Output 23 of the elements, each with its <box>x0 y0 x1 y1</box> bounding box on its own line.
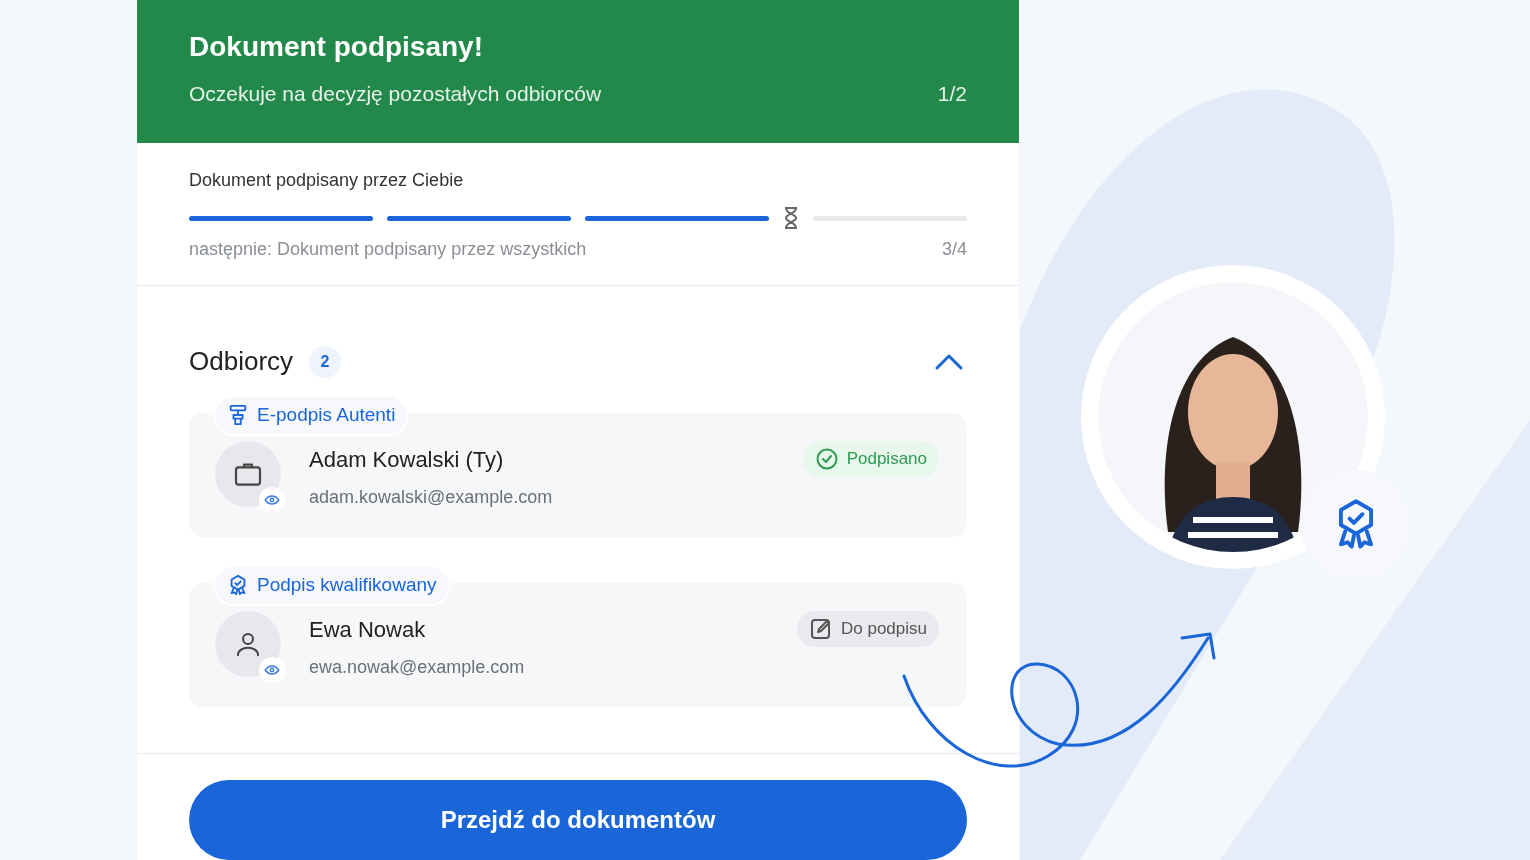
eye-icon <box>264 492 280 508</box>
status-text: Do podpisu <box>841 618 927 640</box>
progress-label: Dokument podpisany przez Ciebie <box>189 169 465 192</box>
recipient-name: Ewa Nowak <box>309 616 427 644</box>
signature-type-text: E-podpis Autenti <box>257 403 396 427</box>
edit-icon <box>809 616 833 641</box>
primary-button[interactable]: Przejdź do dokumentów <box>189 780 967 860</box>
progress-counter: 3/4 <box>941 238 967 261</box>
next-step-text: następnie: Dokument podpisany przez wszystkich <box>189 238 587 261</box>
recipient-email: adam.kowalski@example.com <box>309 486 554 509</box>
hourglass-icon <box>783 206 799 230</box>
banner-subtitle: Oczekuje na decyzję pozostałych odbiorców <box>189 81 602 107</box>
banner-title: Dokument podpisany! <box>189 30 484 64</box>
recipient-name: Adam Kowalski (Ty) <box>309 446 505 474</box>
stamp-icon <box>227 404 249 427</box>
section-title: Odbiorcy <box>189 345 294 378</box>
banner-counter: 1/2 <box>937 81 967 107</box>
status-text: Podpisano <box>846 448 927 470</box>
recipient-email: ewa.nowak@example.com <box>309 656 526 679</box>
eye-icon <box>264 662 280 678</box>
count-badge: 2 <box>309 345 342 378</box>
check-circle-icon <box>814 446 839 471</box>
signature-type-text: Podpis kwalifikowany <box>257 573 437 597</box>
